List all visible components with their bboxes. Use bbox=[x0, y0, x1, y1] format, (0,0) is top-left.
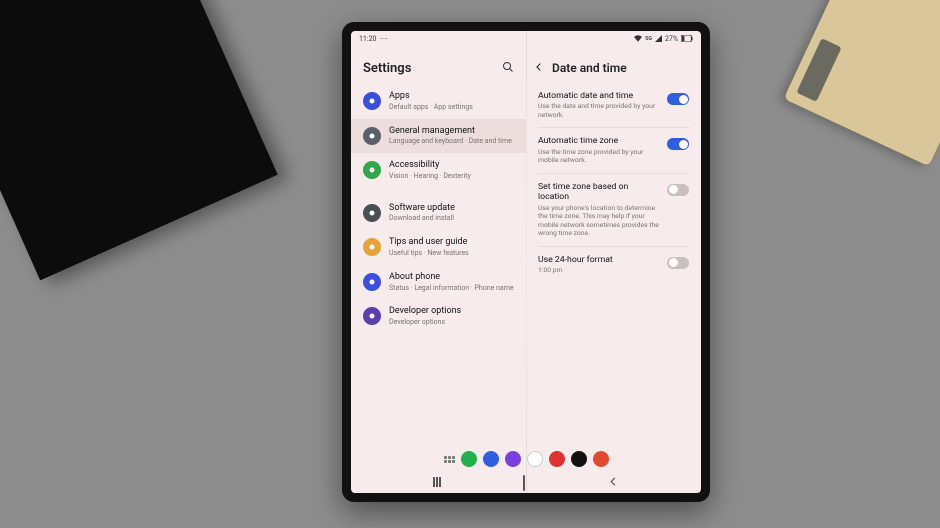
settings-item-about-phone[interactable]: About phoneStatus · Legal information · … bbox=[351, 265, 526, 300]
phone-screen: 11:20 ⋯ 5G 27% Settings bbox=[351, 31, 701, 493]
settings-item-developer-options[interactable]: Developer optionsDeveloper options bbox=[351, 299, 526, 334]
settings-item-title: About phone bbox=[389, 272, 514, 283]
settings-title: Settings bbox=[363, 61, 411, 76]
settings-item-subtitle: Status · Legal information · Phone name bbox=[389, 284, 514, 293]
settings-item-accessibility[interactable]: AccessibilityVision · Hearing · Dexterit… bbox=[351, 153, 526, 188]
app-drawer-icon[interactable] bbox=[443, 456, 455, 463]
datetime-list: Automatic date and timeUse the date and … bbox=[526, 83, 701, 445]
settings-list: AppsDefault apps · App settingsGeneral m… bbox=[351, 84, 526, 445]
phone-frame: 11:20 ⋯ 5G 27% Settings bbox=[342, 22, 710, 502]
toggle-switch[interactable] bbox=[667, 257, 689, 269]
settings-item-subtitle: Download and install bbox=[389, 214, 455, 223]
braces-icon bbox=[363, 307, 381, 325]
back-nav-button[interactable] bbox=[608, 476, 619, 490]
signal-label: 5G bbox=[645, 36, 652, 42]
datetime-item-automatic-date-and-time[interactable]: Automatic date and timeUse the date and … bbox=[530, 83, 697, 127]
back-button[interactable] bbox=[534, 62, 544, 75]
toggle-switch[interactable] bbox=[667, 138, 689, 150]
recents-button[interactable] bbox=[433, 476, 441, 490]
toggle-switch[interactable] bbox=[667, 93, 689, 105]
apps-icon bbox=[363, 92, 381, 110]
link-icon: ⋯ bbox=[380, 35, 387, 43]
settings-item-title: Apps bbox=[389, 91, 473, 102]
gear-icon bbox=[363, 127, 381, 145]
settings-item-title: Developer options bbox=[389, 306, 461, 317]
battery-icon bbox=[681, 35, 693, 44]
datetime-item-title: Use 24-hour format bbox=[538, 255, 661, 265]
datetime-item-automatic-time-zone[interactable]: Automatic time zone Use the time zone pro… bbox=[530, 128, 697, 172]
settings-item-title: Software update bbox=[389, 203, 455, 214]
settings-item-subtitle: Default apps · App settings bbox=[389, 103, 473, 112]
accessibility-icon bbox=[363, 161, 381, 179]
fold-crease bbox=[526, 31, 527, 493]
info-icon bbox=[363, 273, 381, 291]
datetime-item-use-24-hour-format[interactable]: Use 24-hour format1:00 pm bbox=[530, 247, 697, 283]
signal-icon bbox=[655, 35, 662, 44]
home-button[interactable] bbox=[523, 476, 525, 490]
settings-item-title: Accessibility bbox=[389, 160, 471, 171]
status-time: 11:20 bbox=[359, 35, 376, 43]
datetime-item-subtitle: Use the date and time provided by your n… bbox=[538, 102, 661, 119]
datetime-item-subtitle: Use your phone's location to determine t… bbox=[538, 204, 661, 238]
search-icon[interactable] bbox=[502, 61, 514, 76]
settings-item-general-management[interactable]: General managementLanguage and keyboard … bbox=[351, 119, 526, 154]
datetime-item-title: Automatic time zone bbox=[538, 136, 661, 146]
settings-item-subtitle: Useful tips · New features bbox=[389, 249, 469, 258]
datetime-item-title: Set time zone based on location bbox=[538, 182, 661, 203]
settings-item-tips-and-user-guide[interactable]: Tips and user guideUseful tips · New fea… bbox=[351, 230, 526, 265]
dock-app-messages[interactable] bbox=[483, 451, 499, 467]
download-icon bbox=[363, 204, 381, 222]
datetime-item-set-time-zone-based-on-location[interactable]: Set time zone based on locationUse your … bbox=[530, 174, 697, 246]
settings-item-title: Tips and user guide bbox=[389, 237, 469, 248]
detail-pane: Date and time Automatic date and timeUse… bbox=[526, 47, 701, 445]
settings-item-subtitle: Vision · Hearing · Dexterity bbox=[389, 172, 471, 181]
product-box: Galaxy Z Fold6 bbox=[0, 0, 278, 280]
settings-item-title: General management bbox=[389, 126, 512, 137]
battery-percent: 27% bbox=[665, 35, 678, 43]
settings-master-pane: Settings AppsDefault apps · App settings… bbox=[351, 47, 526, 445]
dock-app-youtube[interactable] bbox=[549, 451, 565, 467]
toggle-switch[interactable] bbox=[667, 184, 689, 196]
wifi-icon bbox=[634, 35, 642, 44]
detail-title: Date and time bbox=[552, 61, 627, 75]
settings-item-software-update[interactable]: Software updateDownload and install bbox=[351, 196, 526, 231]
settings-item-apps[interactable]: AppsDefault apps · App settings bbox=[351, 84, 526, 119]
datetime-item-title: Automatic date and time bbox=[538, 91, 661, 101]
settings-item-subtitle: Developer options bbox=[389, 318, 461, 327]
dock-app-podcast[interactable] bbox=[593, 451, 609, 467]
dock-app-google[interactable] bbox=[527, 451, 543, 467]
dock-app-phone[interactable] bbox=[461, 451, 477, 467]
dock-app-tiktok[interactable] bbox=[571, 451, 587, 467]
settings-item-subtitle: Language and keyboard · Date and time bbox=[389, 137, 512, 146]
book-icon bbox=[363, 238, 381, 256]
datetime-item-subtitle: Use the time zone provided by your mobil… bbox=[538, 148, 661, 165]
dock-app-samsung-internet[interactable] bbox=[505, 451, 521, 467]
datetime-item-subtitle: 1:00 pm bbox=[538, 266, 661, 274]
product-box-label: Galaxy Z Fold6 bbox=[0, 0, 8, 85]
